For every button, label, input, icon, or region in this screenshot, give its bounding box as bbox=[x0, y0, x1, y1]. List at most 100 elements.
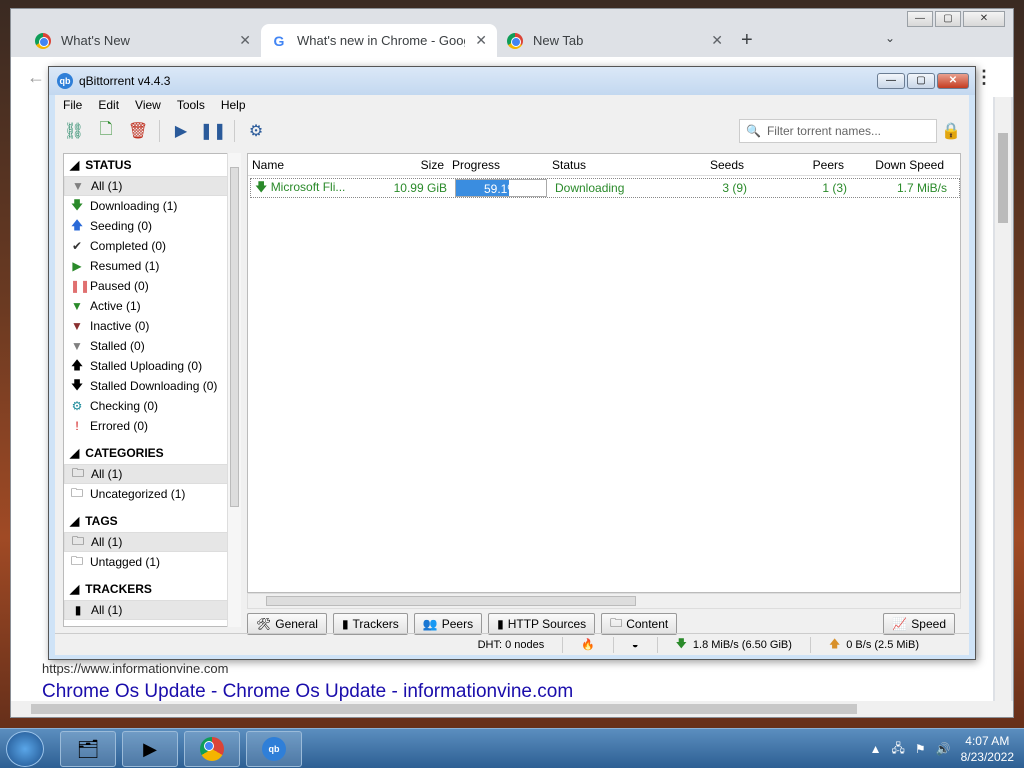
add-torrent-file-icon[interactable]: 🗋 bbox=[95, 120, 117, 142]
item-label: Completed (0) bbox=[90, 239, 167, 253]
media-player-taskbar-icon[interactable]: ▶ bbox=[122, 731, 178, 767]
chart-icon: 📈 bbox=[892, 617, 908, 631]
item-label: All (1) bbox=[91, 467, 123, 481]
status-item[interactable]: 🡇 Downloading (1) bbox=[64, 196, 238, 216]
delete-icon[interactable]: 🗑 bbox=[127, 120, 149, 142]
tab-search-chevron-icon[interactable]: ⌄ bbox=[885, 31, 895, 45]
close-button[interactable]: ✕ bbox=[937, 73, 969, 89]
status-item[interactable]: ❚❚ Paused (0) bbox=[64, 276, 238, 296]
scroll-thumb[interactable] bbox=[998, 133, 1008, 223]
close-tab-icon[interactable]: ✕ bbox=[475, 32, 487, 49]
options-gear-icon[interactable]: ⚙ bbox=[245, 120, 267, 142]
explorer-taskbar-icon[interactable]: 🗂 bbox=[60, 731, 116, 767]
menu-view[interactable]: View bbox=[135, 98, 161, 112]
status-section-header[interactable]: ◢ STATUS bbox=[64, 154, 238, 176]
ad-link[interactable]: Chrome Os Update - Chrome Os Update - in… bbox=[42, 681, 573, 703]
status-separator bbox=[612, 636, 614, 653]
column-peers[interactable]: Peers bbox=[748, 158, 848, 172]
speed-limit-gauge-icon[interactable]: ◒ bbox=[632, 639, 639, 651]
tab-general[interactable]: 🛠 General bbox=[247, 613, 327, 635]
tab-content[interactable]: 🗀 Content bbox=[601, 613, 678, 635]
status-item[interactable]: ⚙ Checking (0) bbox=[64, 396, 238, 416]
progress-bar: 59.1% bbox=[455, 179, 547, 197]
column-size[interactable]: Size bbox=[348, 158, 448, 172]
filter-icon: ▼ bbox=[72, 179, 84, 193]
upload-status[interactable]: 🡅 0 B/s (2.5 MiB) bbox=[829, 635, 919, 654]
resume-play-icon[interactable]: ▶ bbox=[170, 120, 192, 142]
tag-item-all[interactable]: 🗀 All (1) bbox=[64, 532, 238, 552]
status-item[interactable]: 🡅 Seeding (0) bbox=[64, 216, 238, 236]
qbittorrent-taskbar-icon[interactable]: qb bbox=[246, 731, 302, 767]
filter-input[interactable]: 🔍 Filter torrent names... bbox=[739, 119, 937, 143]
sidebar-scrollbar[interactable] bbox=[227, 153, 241, 627]
torrent-row[interactable]: 🡇 Microsoft Fli... 10.99 GiB 59.1% Downl… bbox=[250, 178, 960, 198]
close-tab-icon[interactable]: ✕ bbox=[711, 32, 723, 49]
page-horizontal-scrollbar[interactable] bbox=[11, 701, 1013, 717]
torrent-list-hscrollbar[interactable] bbox=[247, 593, 961, 609]
trackers-section-header[interactable]: ◢ TRACKERS bbox=[64, 578, 238, 600]
status-item[interactable]: ▼ Stalled (0) bbox=[64, 336, 238, 356]
chrome-tab-new-tab[interactable]: New Tab ✕ bbox=[497, 24, 733, 57]
maximize-button[interactable]: ▢ bbox=[907, 73, 935, 89]
download-status[interactable]: 🡇 1.8 MiB/s (6.50 GiB) bbox=[676, 635, 792, 654]
menu-edit[interactable]: Edit bbox=[98, 98, 119, 112]
status-separator bbox=[656, 636, 658, 653]
chrome-tab-whats-new[interactable]: What's New ✕ bbox=[25, 24, 261, 57]
category-item-all[interactable]: 🗀 All (1) bbox=[64, 464, 238, 484]
close-tab-icon[interactable]: ✕ bbox=[239, 32, 251, 49]
column-progress[interactable]: Progress bbox=[448, 158, 548, 172]
tab-peers[interactable]: 👥 Peers bbox=[413, 613, 483, 635]
category-item-uncategorized[interactable]: 🗀 Uncategorized (1) bbox=[64, 484, 238, 504]
status-item[interactable]: 🡇 Stalled Downloading (0) bbox=[64, 376, 238, 396]
tab-trackers[interactable]: ▮ Trackers bbox=[332, 613, 408, 635]
start-button[interactable] bbox=[6, 731, 44, 767]
pause-icon[interactable]: ❚❚ bbox=[200, 120, 227, 142]
categories-section-header[interactable]: ◢ CATEGORIES bbox=[64, 442, 238, 464]
status-separator bbox=[809, 636, 811, 653]
status-item[interactable]: ▼ All (1) bbox=[64, 176, 238, 196]
minimize-button[interactable]: — bbox=[877, 73, 905, 89]
status-item[interactable]: ▼ Inactive (0) bbox=[64, 316, 238, 336]
scroll-thumb[interactable] bbox=[31, 704, 857, 714]
back-arrow-icon[interactable]: ← bbox=[27, 67, 45, 88]
tracker-item-all[interactable]: ▮ All (1) bbox=[64, 600, 238, 620]
speed-tab-button[interactable]: 📈 Speed bbox=[883, 613, 955, 635]
new-tab-button[interactable]: + bbox=[741, 24, 753, 57]
tab-http-sources[interactable]: ▮ HTTP Sources bbox=[488, 613, 596, 635]
item-label: All (1) bbox=[91, 535, 123, 549]
clock[interactable]: 4:07 AM 8/23/2022 bbox=[961, 733, 1014, 765]
tag-item-untagged[interactable]: 🗀 Untagged (1) bbox=[64, 552, 238, 572]
item-label: Downloading (1) bbox=[90, 199, 178, 213]
scroll-thumb[interactable] bbox=[230, 167, 239, 507]
menu-file[interactable]: File bbox=[63, 98, 82, 112]
tags-section-header[interactable]: ◢ TAGS bbox=[64, 510, 238, 532]
maximize-button[interactable]: ▢ bbox=[935, 11, 961, 27]
item-label: Untagged (1) bbox=[90, 555, 161, 569]
action-center-flag-icon[interactable]: ⚑ bbox=[915, 742, 926, 756]
add-torrent-link-icon[interactable]: ⛓ bbox=[63, 120, 85, 142]
close-button[interactable]: ✕ bbox=[963, 11, 1005, 27]
volume-icon[interactable]: 🔊 bbox=[936, 742, 951, 756]
status-item[interactable]: ✔ Completed (0) bbox=[64, 236, 238, 256]
page-vertical-scrollbar[interactable] bbox=[995, 97, 1011, 701]
scroll-thumb[interactable] bbox=[266, 596, 636, 606]
column-down-speed[interactable]: Down Speed bbox=[848, 158, 948, 172]
chrome-taskbar-icon[interactable] bbox=[184, 731, 240, 767]
column-name[interactable]: Name bbox=[248, 158, 348, 172]
status-item[interactable]: ! Errored (0) bbox=[64, 416, 238, 436]
column-status[interactable]: Status bbox=[548, 158, 648, 172]
column-seeds[interactable]: Seeds bbox=[648, 158, 748, 172]
status-item[interactable]: 🡅 Stalled Uploading (0) bbox=[64, 356, 238, 376]
chrome-tab-whats-new-google[interactable]: G What's new in Chrome - Google ✕ bbox=[261, 24, 497, 57]
chrome-menu-icon[interactable]: ⋮ bbox=[975, 67, 993, 88]
menu-help[interactable]: Help bbox=[221, 98, 246, 112]
lock-icon[interactable]: 🔒 bbox=[941, 121, 961, 141]
minimize-button[interactable]: — bbox=[907, 11, 933, 27]
show-hidden-icons-icon[interactable]: ▲ bbox=[870, 742, 882, 756]
qb-titlebar[interactable]: qb qBittorrent v4.4.3 — ▢ ✕ bbox=[49, 67, 975, 95]
network-icon[interactable]: 🖧 bbox=[892, 739, 905, 760]
status-item[interactable]: ▶ Resumed (1) bbox=[64, 256, 238, 276]
menu-tools[interactable]: Tools bbox=[177, 98, 205, 112]
connection-flame-icon[interactable]: 🔥 bbox=[581, 638, 595, 651]
status-item[interactable]: ▼ Active (1) bbox=[64, 296, 238, 316]
